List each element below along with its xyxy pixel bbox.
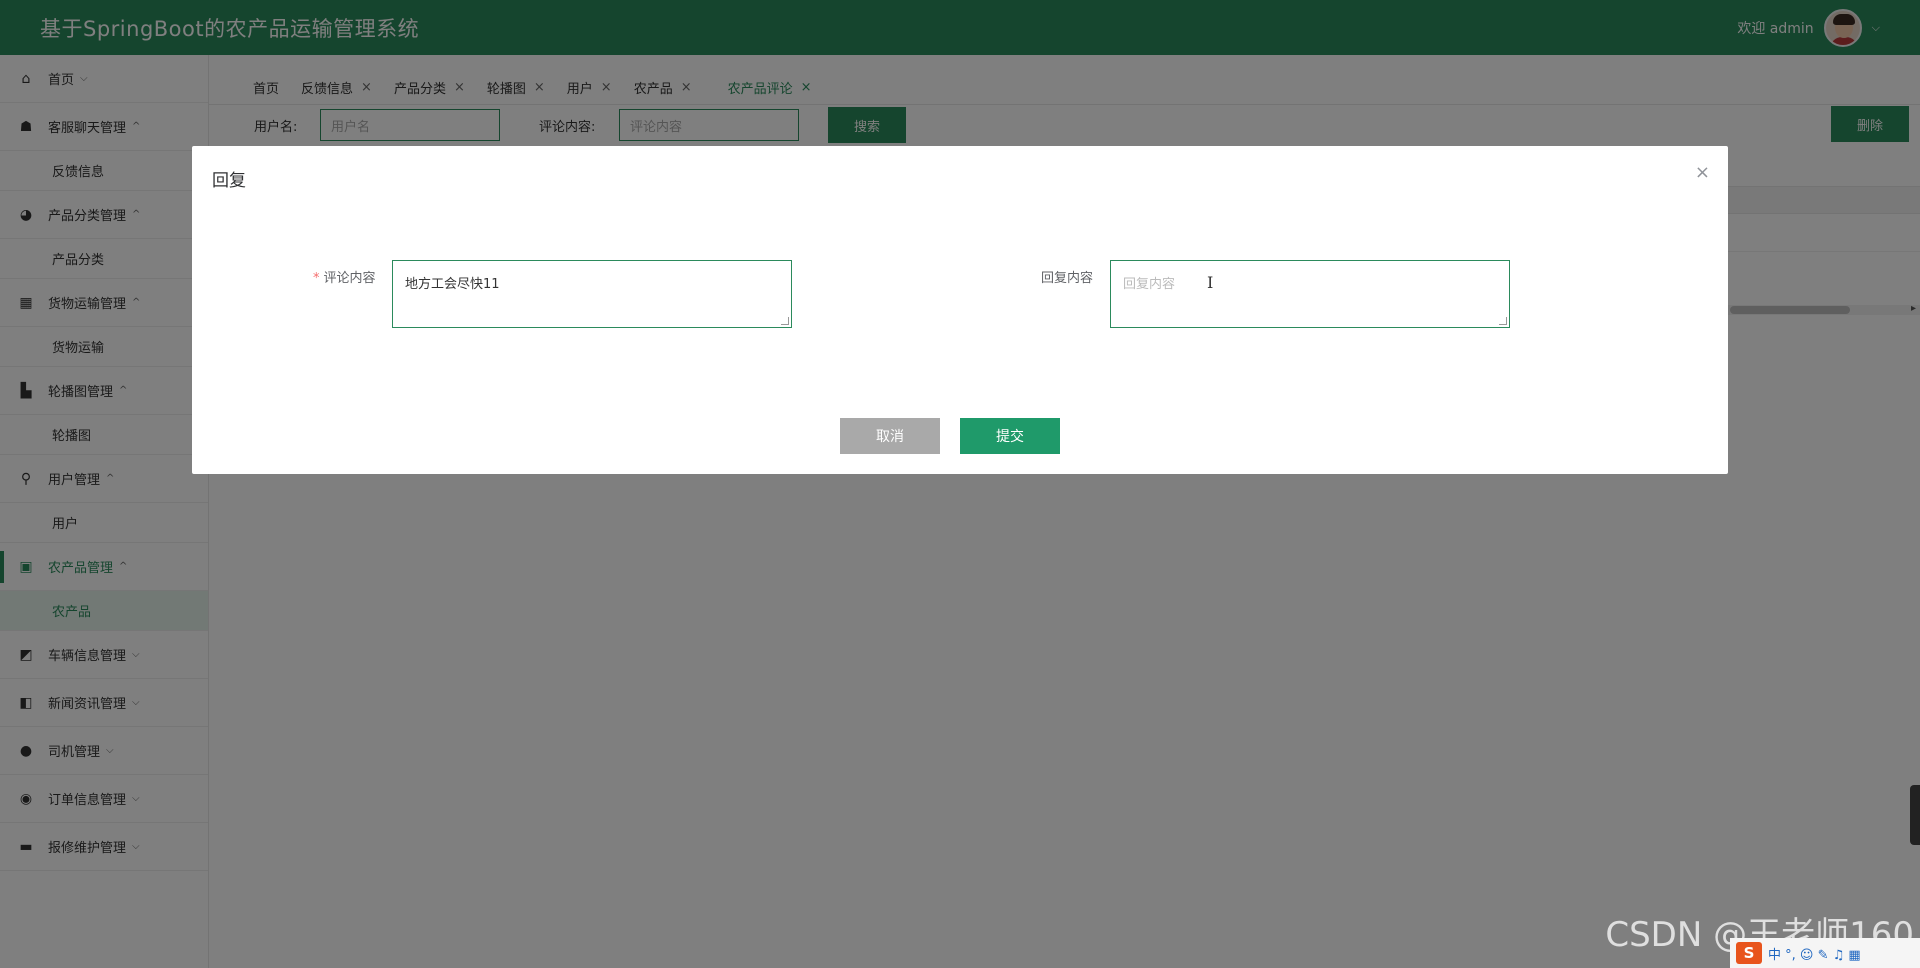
dialog-title: 回复: [212, 171, 246, 191]
ime-toolbar-icons[interactable]: 中 °, ☺ ✎ ♫ ▦: [1768, 944, 1861, 963]
reply-dialog: 回复 × * 评论内容 地方工会尽快11 回复内容 回复内容 I 取消 提交: [192, 146, 1728, 474]
text-cursor-icon: I: [1207, 273, 1214, 292]
reply-placeholder: 回复内容: [1123, 277, 1176, 292]
comment-field-label-text: 评论内容: [323, 271, 376, 286]
submit-button[interactable]: 提交: [960, 418, 1060, 454]
ime-logo-icon[interactable]: S: [1736, 942, 1762, 964]
comment-value: 地方工会尽快11: [405, 277, 500, 292]
required-mark: *: [313, 271, 320, 286]
reply-textarea[interactable]: 回复内容 I: [1110, 260, 1510, 328]
comment-field-label: * 评论内容: [313, 267, 376, 286]
reply-field-label: 回复内容: [1041, 271, 1094, 286]
ime-tray[interactable]: S 中 °, ☺ ✎ ♫ ▦: [1730, 938, 1920, 968]
close-icon[interactable]: ×: [1695, 164, 1710, 182]
resize-handle[interactable]: [1499, 317, 1507, 325]
resize-handle[interactable]: [781, 317, 789, 325]
cancel-button[interactable]: 取消: [840, 418, 940, 454]
comment-textarea[interactable]: 地方工会尽快11: [392, 260, 792, 328]
